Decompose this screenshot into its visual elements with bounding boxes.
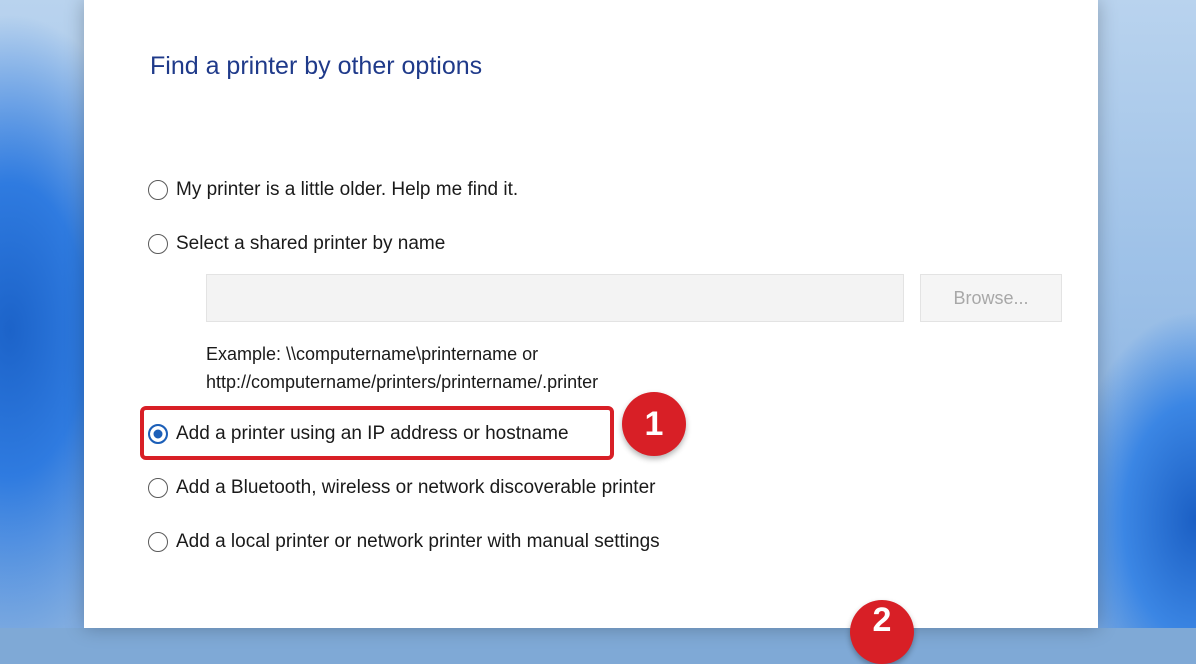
option-shared-printer[interactable]: Select a shared printer by name: [148, 230, 445, 258]
step-badge-2-label: 2: [872, 600, 892, 639]
option-local-manual[interactable]: Add a local printer or network printer w…: [148, 528, 660, 556]
step-badge-1: 1: [622, 392, 686, 456]
radio-local-manual[interactable]: [148, 532, 168, 552]
option-bluetooth-wireless-label: Add a Bluetooth, wireless or network dis…: [176, 477, 656, 498]
radio-shared-printer[interactable]: [148, 234, 168, 254]
page-title: Find a printer by other options: [150, 52, 483, 80]
browse-button[interactable]: Browse...: [920, 274, 1062, 322]
option-shared-printer-label: Select a shared printer by name: [176, 233, 446, 254]
example-text: Example: \\computername\printername or h…: [206, 340, 598, 396]
option-bluetooth-wireless[interactable]: Add a Bluetooth, wireless or network dis…: [148, 474, 655, 502]
add-printer-dialog: Find a printer by other options My print…: [84, 0, 1098, 628]
example-line-1: Example: \\computername\printername or: [206, 344, 539, 364]
step-badge-2: 2: [850, 600, 914, 664]
shared-printer-name-input[interactable]: [206, 274, 904, 322]
radio-ip-hostname[interactable]: [148, 424, 168, 444]
radio-bluetooth-wireless[interactable]: [148, 478, 168, 498]
example-line-2: http://computername/printers/printername…: [206, 372, 599, 392]
option-ip-hostname[interactable]: Add a printer using an IP address or hos…: [148, 420, 569, 448]
step-badge-1-label: 1: [644, 404, 664, 443]
option-older-printer-label: My printer is a little older. Help me fi…: [176, 179, 519, 200]
radio-older-printer[interactable]: [148, 180, 168, 200]
option-older-printer[interactable]: My printer is a little older. Help me fi…: [148, 176, 518, 204]
option-local-manual-label: Add a local printer or network printer w…: [176, 531, 660, 552]
option-ip-hostname-label: Add a printer using an IP address or hos…: [176, 423, 569, 444]
